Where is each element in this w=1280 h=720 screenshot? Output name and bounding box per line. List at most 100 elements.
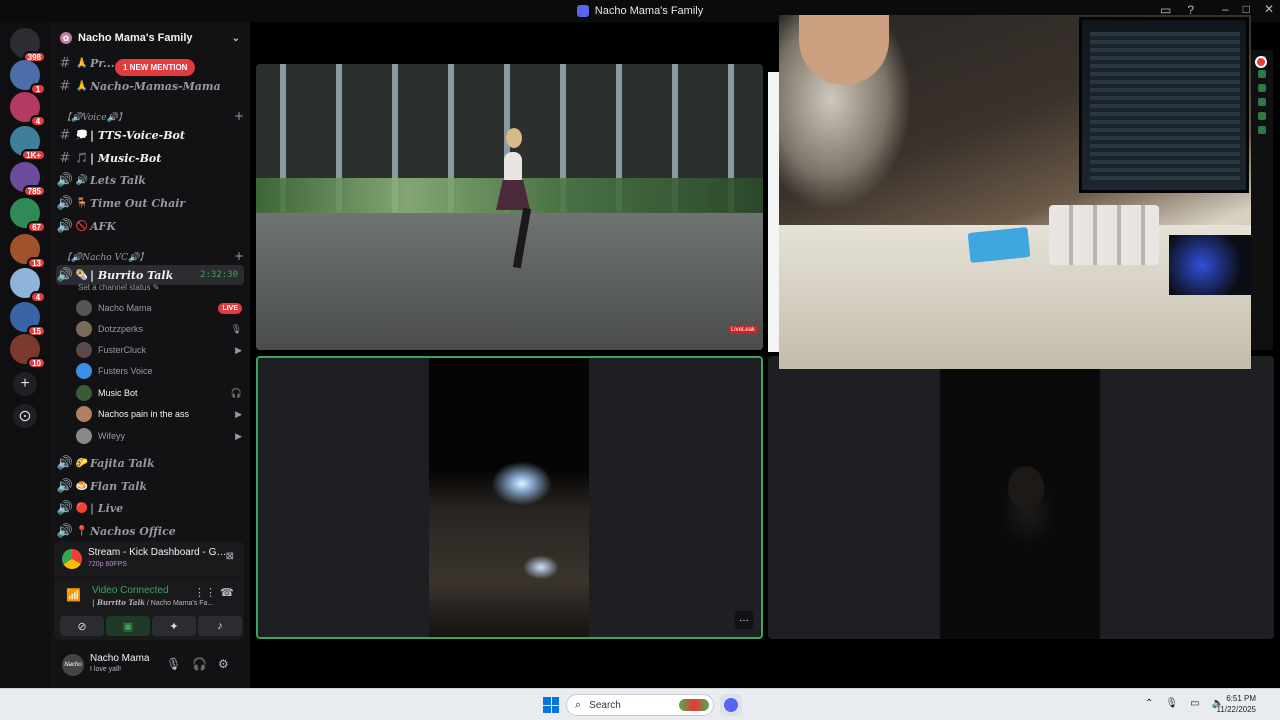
- dim-face: [1008, 466, 1044, 510]
- minimize-button[interactable]: –: [1222, 2, 1229, 16]
- microphone-icon[interactable]: 🎙: [166, 657, 181, 671]
- tool-dot[interactable]: [1258, 126, 1266, 134]
- chevron-down-icon[interactable]: ⌄: [232, 33, 240, 44]
- bead-jars: [1049, 205, 1159, 265]
- server-badge: 4: [30, 115, 46, 127]
- taskbar: ⌕ Search ⌃ 🎙 ▭ 🔈 6:51 PM 11/22/2025: [0, 688, 1280, 720]
- category-nacho-vc[interactable]: 【🔊Nacho VC🔊】 +: [62, 248, 244, 264]
- close-button[interactable]: ✕: [1264, 2, 1274, 16]
- channel-status-link[interactable]: Set a channel status ✎: [78, 283, 159, 292]
- new-mention-pill[interactable]: 1 NEW MENTION: [115, 59, 196, 76]
- video-watermark: LiveLeak: [728, 326, 757, 334]
- channel-emoji: 🌯: [75, 269, 89, 281]
- server-header[interactable]: ✿ Nacho Mama's Family ⌄: [50, 22, 250, 54]
- network-icon[interactable]: ▭: [1190, 698, 1199, 709]
- channel-afk[interactable]: 🔊 🚫 AFK: [56, 216, 244, 236]
- disconnect-icon[interactable]: ☎: [220, 586, 234, 599]
- channel-emoji: 🪑: [75, 197, 89, 209]
- voice-channel-icon: 🔊: [56, 195, 74, 211]
- popout-stream-window[interactable]: [779, 15, 1251, 369]
- voice-server: / Nacho Mama's Fa...: [144, 600, 214, 607]
- server-badge: 67: [27, 221, 46, 233]
- voice-status[interactable]: Video Connected: [92, 585, 169, 596]
- tool-dot[interactable]: [1258, 70, 1266, 78]
- screen-share-button[interactable]: ▣: [106, 616, 150, 636]
- voice-user[interactable]: Music Bot 🎧: [76, 383, 242, 403]
- explore-servers-button[interactable]: ⊙: [13, 404, 37, 428]
- tool-dot[interactable]: [1258, 112, 1266, 120]
- server-icon-server-9[interactable]: 10: [10, 334, 46, 369]
- server-icon-server-3[interactable]: 1K+: [10, 126, 46, 161]
- channel-ttsvoicebot[interactable]: # 💭 | TTS-Voice-Bot: [56, 125, 244, 145]
- avatar: [76, 321, 92, 337]
- avatar: [76, 342, 92, 358]
- video-tile-dark-camera[interactable]: [768, 356, 1274, 639]
- channel-letstalk[interactable]: 🔊 🔊 Lets Talk: [56, 170, 244, 190]
- chevron-up-icon[interactable]: ⌃: [1145, 698, 1153, 709]
- channel-fajitatalk[interactable]: 🔊 🌮 Fajita Talk: [56, 453, 244, 473]
- monitor: [1079, 17, 1249, 193]
- camera-toggle-button[interactable]: ⊘: [60, 616, 104, 636]
- voice-user[interactable]: Nacho Mama LIVE: [76, 298, 242, 318]
- channel-musicbot[interactable]: # 🎵 | Music-Bot: [56, 148, 244, 168]
- user-state-icon: 🎙: [230, 323, 242, 334]
- server-icon-server-2[interactable]: 4: [10, 92, 46, 127]
- record-icon[interactable]: [1255, 56, 1267, 68]
- channel-name: | Burrito Talk: [90, 268, 174, 282]
- voice-user-name: FusterCluck: [98, 345, 147, 355]
- user-name[interactable]: Nacho Mama: [90, 653, 149, 664]
- signal-icon[interactable]: 📶: [66, 588, 81, 602]
- gear-icon[interactable]: ⚙: [218, 657, 229, 671]
- server-icon-discord-home[interactable]: 398: [10, 28, 46, 63]
- headphones-icon[interactable]: 🎧: [192, 657, 207, 671]
- discord-taskbar-icon[interactable]: [720, 694, 742, 716]
- channel-name: Nachos Office: [90, 524, 176, 538]
- channel-emoji: 🔴: [75, 502, 89, 514]
- voice-user-name: Nacho Mama: [98, 303, 152, 313]
- maximize-button[interactable]: □: [1243, 2, 1250, 16]
- server-icon-server-4[interactable]: 785: [10, 162, 46, 197]
- noise-suppression-icon[interactable]: ⋮⋮: [194, 586, 216, 599]
- server-icon-server-5[interactable]: 67: [10, 198, 46, 233]
- taskbar-search[interactable]: ⌕ Search: [566, 694, 714, 716]
- voice-channel-icon: 🔊: [56, 267, 74, 283]
- voice-user-name: Wifeyy: [98, 431, 125, 441]
- call-timer: 2:32:30: [200, 270, 238, 280]
- video-tile-warehouse[interactable]: LiveLeak: [256, 64, 763, 350]
- stop-stream-icon[interactable]: ⊠: [226, 551, 234, 562]
- more-options-button[interactable]: ···: [735, 611, 753, 629]
- channel-nacho-mamas-mama[interactable]: # 🙏 Nacho-Mamas-Mama: [56, 76, 244, 96]
- server-icon-server-1[interactable]: 1: [10, 60, 46, 95]
- avatar[interactable]: Nacho: [62, 654, 84, 676]
- add-channel-icon[interactable]: +: [234, 109, 244, 123]
- video-tile-road[interactable]: ···: [256, 356, 763, 639]
- microphone-tray-icon[interactable]: 🎙: [1165, 698, 1178, 709]
- voice-user[interactable]: Dotzzperks 🎙: [76, 319, 242, 339]
- tool-dot[interactable]: [1258, 98, 1266, 106]
- channel-live[interactable]: 🔊 🔴 | Live: [56, 498, 244, 518]
- category-voice[interactable]: 【🔊Voice🔊】 +: [62, 108, 244, 124]
- rgb-keyboard: [1169, 235, 1251, 295]
- channel-emoji: 🚫: [75, 220, 89, 232]
- add-channel-icon[interactable]: +: [234, 249, 244, 263]
- server-icon-server-7[interactable]: 4: [10, 268, 46, 303]
- server-icon-server-8[interactable]: 15: [10, 302, 46, 337]
- channel-nachosoffice[interactable]: 🔊 📍 Nachos Office: [56, 521, 244, 541]
- server-badge: 10: [27, 357, 46, 369]
- user-state-icon: ▶: [235, 430, 242, 441]
- stream-quality: 720p 60FPS: [88, 561, 127, 568]
- add-server-button[interactable]: +: [13, 372, 37, 396]
- channel-flantalk[interactable]: 🔊 🍮 Flan Talk: [56, 476, 244, 496]
- server-icon-server-6[interactable]: 13: [10, 234, 46, 269]
- clock[interactable]: 6:51 PM 11/22/2025: [1217, 693, 1256, 715]
- activities-button[interactable]: ✦: [152, 616, 196, 636]
- tool-dot[interactable]: [1258, 84, 1266, 92]
- windows-start-icon[interactable]: [543, 697, 559, 713]
- voice-user[interactable]: FusterCluck ▶: [76, 340, 242, 360]
- soundboard-button[interactable]: ♪: [198, 616, 242, 636]
- voice-user[interactable]: Nachos pain in the ass ▶: [76, 404, 242, 424]
- channel-burrito-talk[interactable]: 🔊 🌯 | Burrito Talk 2:32:30: [56, 265, 244, 285]
- channel-timeoutchair[interactable]: 🔊 🪑 Time Out Chair: [56, 193, 244, 213]
- voice-user[interactable]: Wifeyy ▶: [76, 426, 242, 446]
- voice-user[interactable]: Fusters Voice: [76, 361, 242, 381]
